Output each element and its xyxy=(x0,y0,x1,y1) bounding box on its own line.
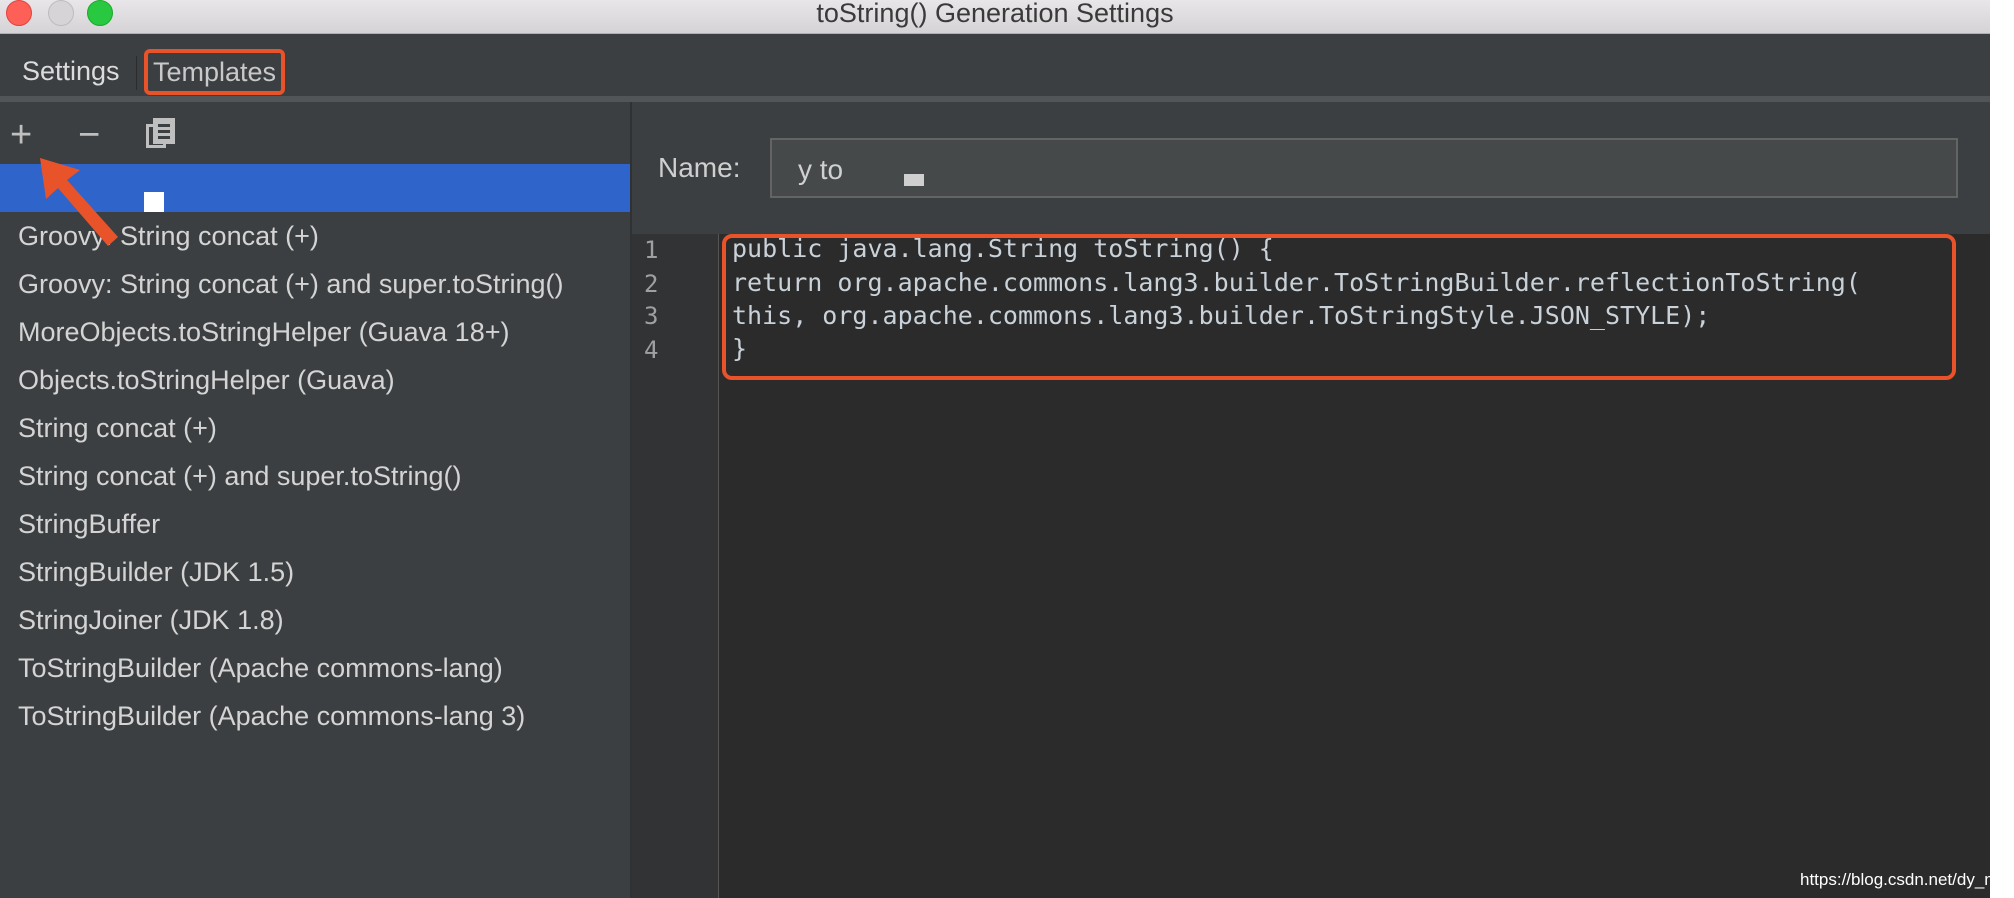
settings-window: toString() Generation Settings Settings … xyxy=(0,0,1990,898)
annotation-arrow-icon xyxy=(40,158,118,246)
watermark: https://blog.csdn.net/dy_mac xyxy=(1800,870,2014,889)
page-margin xyxy=(1990,0,2014,898)
